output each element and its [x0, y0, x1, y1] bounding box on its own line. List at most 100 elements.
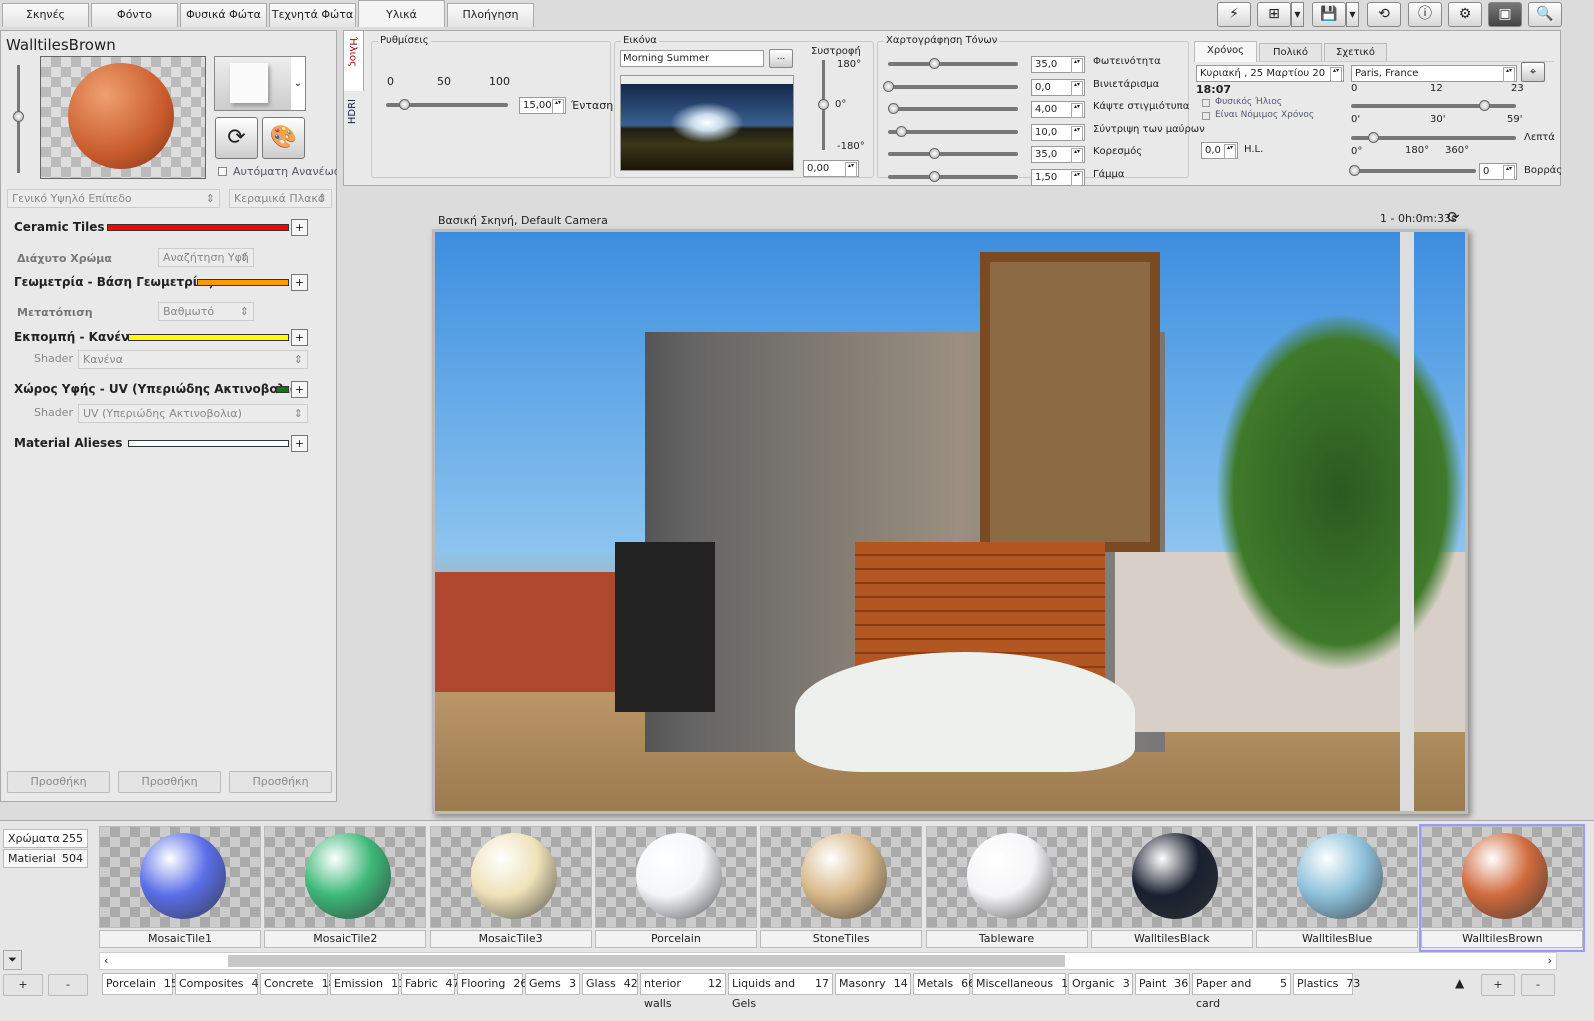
rotate-icon[interactable]: ⟲ [1367, 2, 1401, 27]
tone-input[interactable]: 0,0 [1031, 78, 1085, 96]
category-item[interactable]: Liquids and Gels 17 [728, 973, 833, 1010]
filter-icon[interactable]: ⏷ [3, 950, 22, 970]
section-color-bar[interactable] [127, 334, 289, 341]
add-button[interactable]: Προσθήκη [229, 771, 332, 793]
add-section-button[interactable]: + [291, 274, 308, 291]
sub-select[interactable]: Βαθμωτό [158, 302, 254, 321]
hour-slider[interactable] [1351, 104, 1516, 108]
section-color-bar[interactable] [276, 386, 289, 393]
tone-input[interactable]: 10,0 [1031, 123, 1085, 141]
settings-icon[interactable]: ⚙ [1448, 2, 1482, 27]
add-section-button[interactable]: + [291, 435, 308, 452]
add-section-button[interactable]: + [291, 381, 308, 398]
material-thumbnail[interactable]: MosaicTile2 [264, 826, 427, 950]
material-thumbnail[interactable]: WalltilesBlack [1090, 826, 1253, 950]
type-select[interactable]: Κεραμικά Πλακό [229, 189, 332, 208]
slider-knob[interactable] [1479, 100, 1490, 111]
add-category-button[interactable]: + [3, 974, 43, 996]
tone-slider[interactable] [888, 174, 1018, 179]
category-item[interactable]: Fabric 47 [401, 973, 460, 995]
category-item[interactable]: Gems 3 [525, 973, 580, 995]
add-button[interactable]: Προσθήκη [118, 771, 221, 793]
tone-slider[interactable] [888, 107, 1018, 111]
category-item[interactable]: Organic 3 [1068, 973, 1133, 995]
dropdown-arrow-icon[interactable]: ▼ [1346, 2, 1359, 27]
intensity-input[interactable]: 15,00 [519, 97, 566, 114]
tab-5[interactable]: Πλοήγηση [447, 3, 534, 27]
tone-input[interactable]: 4,00 [1031, 101, 1085, 118]
category-item[interactable]: Flooring 26 [457, 973, 527, 995]
add-section-button[interactable]: + [291, 329, 308, 346]
browse-button[interactable]: ... [769, 49, 793, 68]
slider-knob[interactable] [928, 148, 940, 159]
tone-slider[interactable] [888, 152, 1018, 156]
tab-1[interactable]: Φόντο [91, 3, 178, 27]
chevron-down-icon[interactable]: ⌄ [291, 57, 305, 110]
shader-select[interactable]: UV (Υπεριώδης Ακτινοβολια) [78, 404, 308, 423]
slider-knob[interactable] [883, 80, 894, 92]
add-button[interactable]: Προσθήκη [7, 771, 110, 793]
tone-slider[interactable] [888, 62, 1018, 66]
category-item[interactable]: Paint 36 [1135, 973, 1190, 995]
material-thumbnail[interactable]: WalltilesBrown [1419, 824, 1586, 952]
section-color-bar[interactable] [197, 279, 289, 286]
date-picker[interactable]: Κυριακή , 25 Μαρτίου 20 [1196, 65, 1344, 82]
category-item[interactable]: Porcelain 15 [102, 973, 178, 995]
hl-input[interactable]: 0,0 [1201, 142, 1238, 159]
category-item[interactable]: Plastics 73 [1293, 973, 1360, 995]
scroll-left-icon[interactable]: ‹ [104, 954, 108, 967]
material-thumbnail[interactable]: Tableware [925, 826, 1088, 950]
scroll-right-icon[interactable]: › [1548, 954, 1552, 967]
tab-time-0[interactable]: Χρόνος [1194, 41, 1257, 62]
material-thumbnail[interactable]: MosaicTile1 [99, 826, 261, 950]
location-select[interactable]: Paris, France [1351, 65, 1517, 82]
material-thumbnail[interactable]: WalltilesBlue [1256, 826, 1419, 950]
north-input[interactable]: 0 [1479, 163, 1517, 180]
category-item[interactable]: Concrete 18 [260, 973, 336, 995]
slider-knob[interactable] [928, 58, 940, 69]
material-thumbnail[interactable]: MosaicTile3 [429, 826, 592, 950]
location-pin-icon[interactable]: ⌖ [1521, 62, 1545, 82]
category-item[interactable]: Composites 4 [175, 973, 258, 995]
dropdown-arrow-icon[interactable]: ▼ [1291, 2, 1304, 27]
tab-sun[interactable]: Ήλιος [344, 31, 364, 91]
slider-knob[interactable] [13, 111, 24, 122]
tone-input[interactable]: 35,0 [1031, 146, 1085, 163]
rotation-input[interactable]: 0,00 [803, 160, 859, 177]
category-item[interactable]: Paper and card 5 [1192, 973, 1291, 1010]
add-icon[interactable]: ⊞ [1257, 2, 1291, 27]
shader-select[interactable]: Κανένα [78, 350, 308, 369]
add-material-button[interactable]: + [1481, 974, 1515, 996]
refresh-icon[interactable]: ⟳ [215, 117, 258, 159]
refresh-render-icon[interactable]: ⟳ [1447, 208, 1460, 226]
slider-knob[interactable] [1349, 165, 1360, 176]
tab-4[interactable]: Υλικά [358, 0, 445, 27]
sub-select[interactable]: Αναζήτηση Υφή [158, 248, 254, 267]
tab-time-1[interactable]: Πολικό [1259, 43, 1322, 61]
slider-knob[interactable] [928, 170, 940, 182]
hdri-name-input[interactable]: Morning Summer [620, 50, 764, 67]
material-thumbnail[interactable]: Porcelain [594, 826, 757, 950]
tab-3[interactable]: Τεχνητά Φώτα [269, 3, 356, 27]
save-icon[interactable]: 💾 [1312, 2, 1346, 27]
tab-0[interactable]: Σκηνές [2, 3, 89, 27]
lightning-icon[interactable]: ⚡ [1217, 2, 1251, 27]
tab-time-2[interactable]: Σχετικό [1324, 43, 1387, 61]
remove-category-button[interactable]: - [48, 974, 88, 996]
dst-checkbox[interactable] [1202, 112, 1210, 120]
slider-knob[interactable] [1368, 132, 1379, 143]
render-icon[interactable]: ▣ [1488, 2, 1522, 27]
slider-knob[interactable] [399, 99, 411, 110]
info-icon[interactable]: ⓘ [1408, 2, 1442, 27]
section-color-bar[interactable] [127, 440, 289, 447]
category-item[interactable]: nterior walls 12 [640, 973, 726, 1010]
zoom-icon[interactable]: 🔍 [1528, 2, 1562, 27]
remove-material-button[interactable]: - [1521, 974, 1555, 996]
slider-knob[interactable] [888, 103, 900, 114]
category-item[interactable]: Miscellaneous11 [972, 973, 1075, 995]
category-item[interactable]: Emission 11 [330, 973, 405, 995]
library-tab[interactable]: Matierial 504 [3, 849, 88, 868]
tone-input[interactable]: 35,0 [1031, 56, 1085, 73]
tone-input[interactable]: 1,50 [1031, 168, 1085, 186]
palette-icon[interactable]: 🎨 [262, 117, 305, 159]
